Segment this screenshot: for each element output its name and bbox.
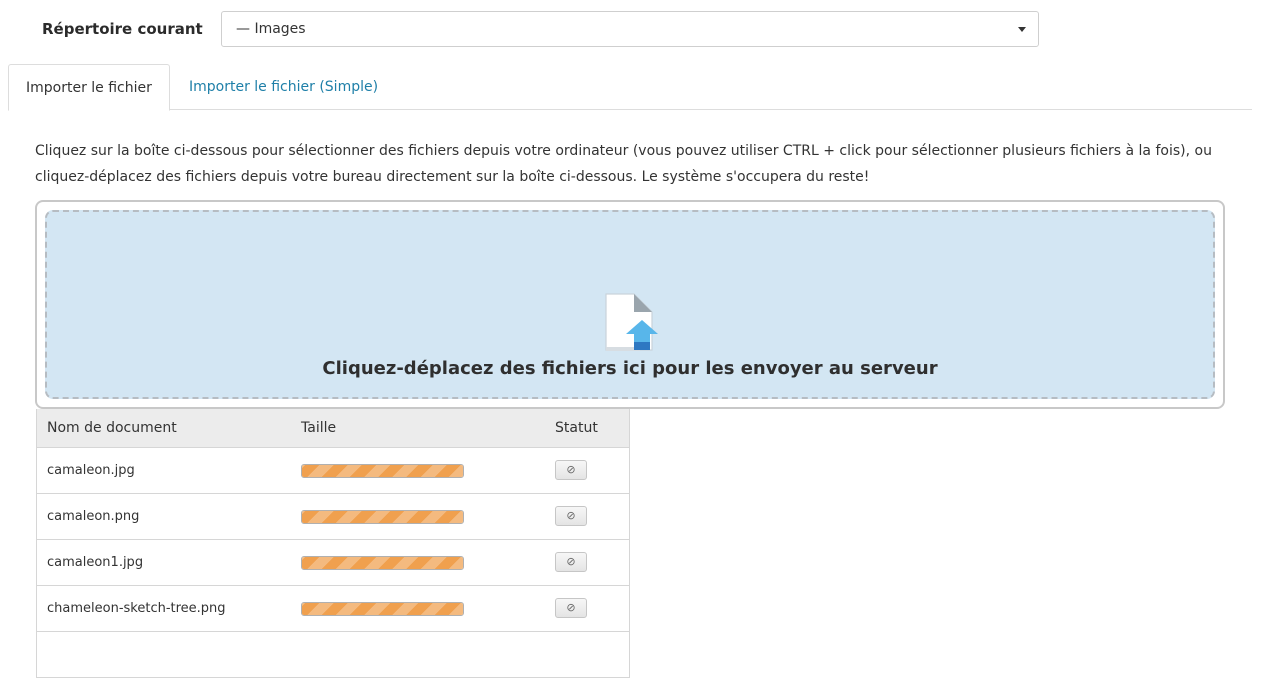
dropzone-text: Cliquez-déplacez des fichiers ici pour l… [322, 358, 938, 379]
cancel-upload-button[interactable]: ⊘ [555, 598, 587, 618]
upload-help-text: Cliquez sur la boîte ci-dessous pour sél… [35, 143, 1212, 185]
tab-import-file[interactable]: Importer le fichier [8, 64, 170, 111]
directory-select-value: — Images [236, 21, 306, 37]
upload-progress-bar [301, 510, 464, 524]
directory-bar: Répertoire courant — Images [0, 0, 1264, 62]
cancel-upload-button[interactable]: ⊘ [555, 506, 587, 526]
upload-file-table: Nom de document Taille Statut camaleon.j… [36, 409, 630, 678]
header-size: Taille [301, 420, 337, 436]
file-name: chameleon-sketch-tree.png [47, 601, 226, 616]
cancel-upload-button[interactable]: ⊘ [555, 552, 587, 572]
file-upload-icon [605, 293, 658, 351]
directory-label: Répertoire courant [42, 20, 203, 38]
cancel-icon: ⊘ [566, 601, 576, 614]
upload-progress-bar [301, 464, 464, 478]
table-header: Nom de document Taille Statut [37, 409, 629, 448]
file-name: camaleon.png [47, 509, 140, 524]
cancel-icon: ⊘ [566, 555, 576, 568]
chevron-down-icon [1018, 27, 1026, 32]
progress-fill [302, 511, 463, 523]
table-row [37, 632, 629, 678]
header-name: Nom de document [47, 420, 177, 436]
progress-fill [302, 465, 463, 477]
dropzone[interactable]: Cliquez-déplacez des fichiers ici pour l… [45, 210, 1215, 399]
table-row: camaleon.jpg ⊘ [37, 448, 629, 494]
directory-select[interactable]: — Images [221, 11, 1039, 47]
cancel-icon: ⊘ [566, 463, 576, 476]
file-name: camaleon1.jpg [47, 555, 144, 570]
dropzone-frame: Cliquez-déplacez des fichiers ici pour l… [35, 200, 1225, 409]
progress-fill [302, 603, 463, 615]
upload-progress-bar [301, 602, 464, 616]
cancel-upload-button[interactable]: ⊘ [555, 460, 587, 480]
table-row: chameleon-sketch-tree.png ⊘ [37, 586, 629, 632]
header-status: Statut [555, 420, 598, 436]
tab-import-file-simple[interactable]: Importer le fichier (Simple) [172, 64, 395, 110]
upload-tabs: Importer le fichier Importer le fichier … [8, 64, 1252, 111]
upload-progress-bar [301, 556, 464, 570]
table-row: camaleon1.jpg ⊘ [37, 540, 629, 586]
progress-fill [302, 557, 463, 569]
cancel-icon: ⊘ [566, 509, 576, 522]
file-name: camaleon.jpg [47, 463, 135, 478]
table-row: camaleon.png ⊘ [37, 494, 629, 540]
